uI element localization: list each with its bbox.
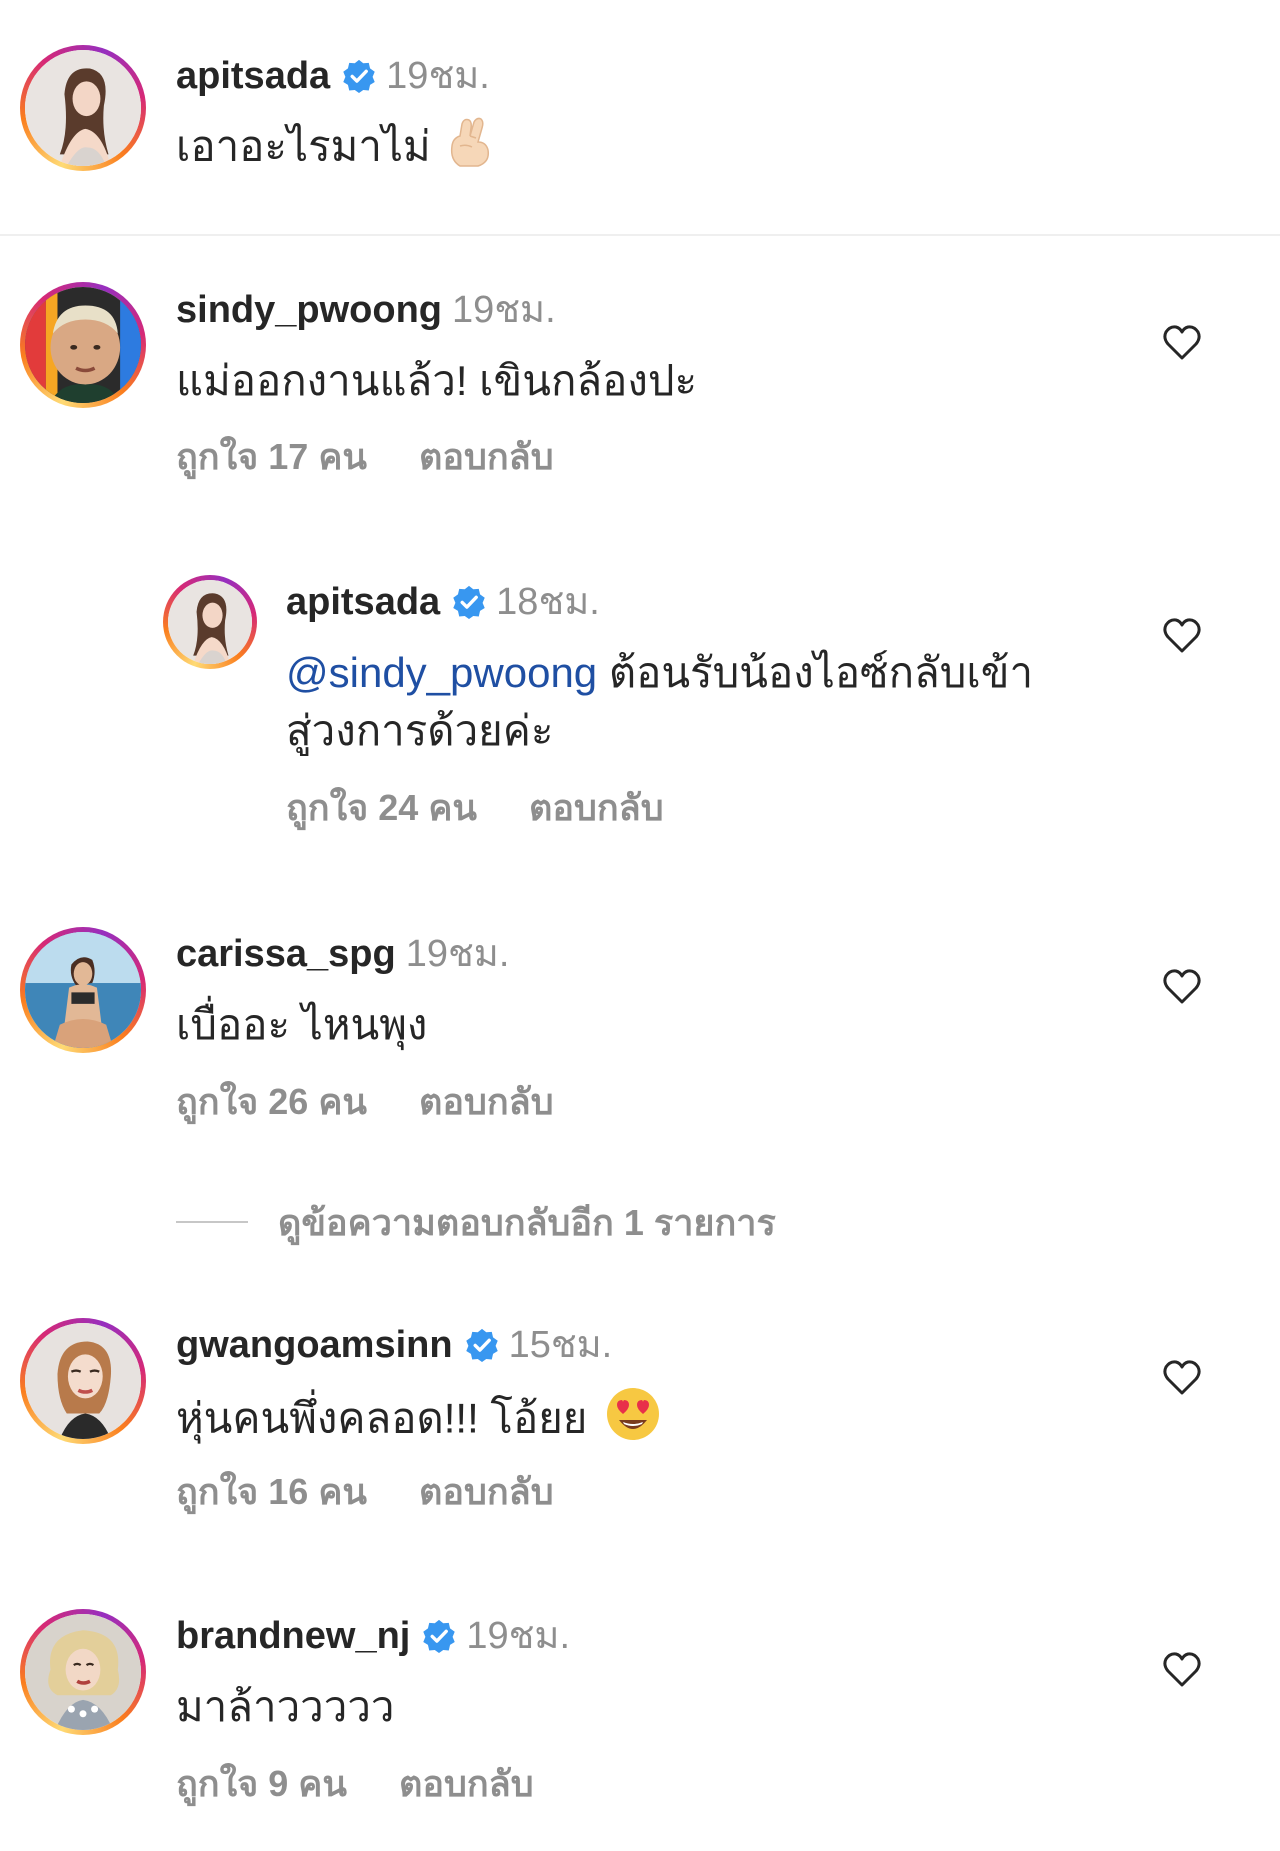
comment-timestamp: 19ชม. xyxy=(466,1615,571,1657)
profile-photo xyxy=(25,1614,141,1730)
reply-button[interactable]: ตอบกลับ xyxy=(529,787,664,828)
like-count[interactable]: ถูกใจ 9 คน xyxy=(176,1763,347,1804)
like-heart-icon[interactable] xyxy=(1162,1650,1202,1690)
reply-button[interactable]: ตอบกลับ xyxy=(419,1471,554,1512)
caption-text: เอาอะไรมาไม่ xyxy=(176,122,431,170)
like-count[interactable]: ถูกใจ 26 คน xyxy=(176,1081,367,1122)
avatar[interactable] xyxy=(163,575,257,669)
caption-timestamp: 19ชม. xyxy=(386,55,490,97)
reply-text-line2: สู่วงการด้วยค่ะ xyxy=(286,707,554,754)
like-count[interactable]: ถูกใจ 24 คน xyxy=(286,787,477,828)
comment-text: เบื่ออะ ไหนพุง xyxy=(176,1001,428,1048)
comment-username[interactable]: gwangoamsinn xyxy=(176,1323,453,1367)
like-heart-icon[interactable] xyxy=(1162,967,1202,1007)
mention-link[interactable]: @sindy_pwoong xyxy=(286,649,597,696)
verified-badge-icon xyxy=(452,585,486,619)
crossed-fingers-emoji-icon xyxy=(448,116,494,183)
like-count[interactable]: ถูกใจ 17 คน xyxy=(176,436,367,477)
post-caption: apitsada 19ชม. เอาอะไรมาไม่ xyxy=(0,0,1280,236)
profile-photo xyxy=(25,287,141,403)
avatar[interactable] xyxy=(20,282,146,408)
profile-photo xyxy=(25,932,141,1048)
comment-username[interactable]: carissa_spg xyxy=(176,932,396,976)
comment-text: แม่ออกงานแล้ว! เขินกล้องปะ xyxy=(176,357,698,404)
verified-badge-icon xyxy=(422,1619,456,1653)
view-more-replies-button[interactable]: ดูข้อความตอบกลับอีก 1 รายการ xyxy=(176,1200,776,1244)
like-heart-icon[interactable] xyxy=(1162,323,1202,363)
reply-button[interactable]: ตอบกลับ xyxy=(419,1081,554,1122)
like-heart-icon[interactable] xyxy=(1162,1358,1202,1398)
avatar[interactable] xyxy=(20,1318,146,1444)
reply-timestamp: 18ชม. xyxy=(496,581,600,623)
profile-photo xyxy=(25,1323,141,1439)
profile-photo xyxy=(25,50,141,166)
heart-eyes-emoji-icon xyxy=(605,1386,661,1457)
avatar[interactable] xyxy=(20,45,146,171)
profile-photo xyxy=(168,580,252,664)
avatar[interactable] xyxy=(20,927,146,1053)
reply-button[interactable]: ตอบกลับ xyxy=(399,1763,534,1804)
comment-username[interactable]: sindy_pwoong xyxy=(176,288,442,332)
verified-badge-icon xyxy=(465,1328,499,1362)
like-heart-icon[interactable] xyxy=(1162,616,1202,656)
caption-username[interactable]: apitsada xyxy=(176,54,330,98)
comment-timestamp: 19ชม. xyxy=(452,289,556,331)
view-more-replies-label: ดูข้อความตอบกลับอีก 1 รายการ xyxy=(278,1201,776,1243)
comment-timestamp: 15ชม. xyxy=(508,1324,613,1366)
comment-text: หุ่นคนพึ่งคลอด!!! โอ้ยย xyxy=(176,1394,588,1442)
reply-text-line1: ต้อนรับน้องไอซ์กลับเข้า xyxy=(597,649,1034,696)
comment-text: มาล้าววววว xyxy=(176,1683,395,1730)
reply-button[interactable]: ตอบกลับ xyxy=(419,436,554,477)
reply-username[interactable]: apitsada xyxy=(286,580,440,624)
avatar[interactable] xyxy=(20,1609,146,1735)
comment-timestamp: 19ชม. xyxy=(405,933,510,975)
divider xyxy=(176,1221,248,1223)
like-count[interactable]: ถูกใจ 16 คน xyxy=(176,1471,367,1512)
verified-badge-icon xyxy=(342,59,376,93)
comment-username[interactable]: brandnew_nj xyxy=(176,1614,410,1658)
